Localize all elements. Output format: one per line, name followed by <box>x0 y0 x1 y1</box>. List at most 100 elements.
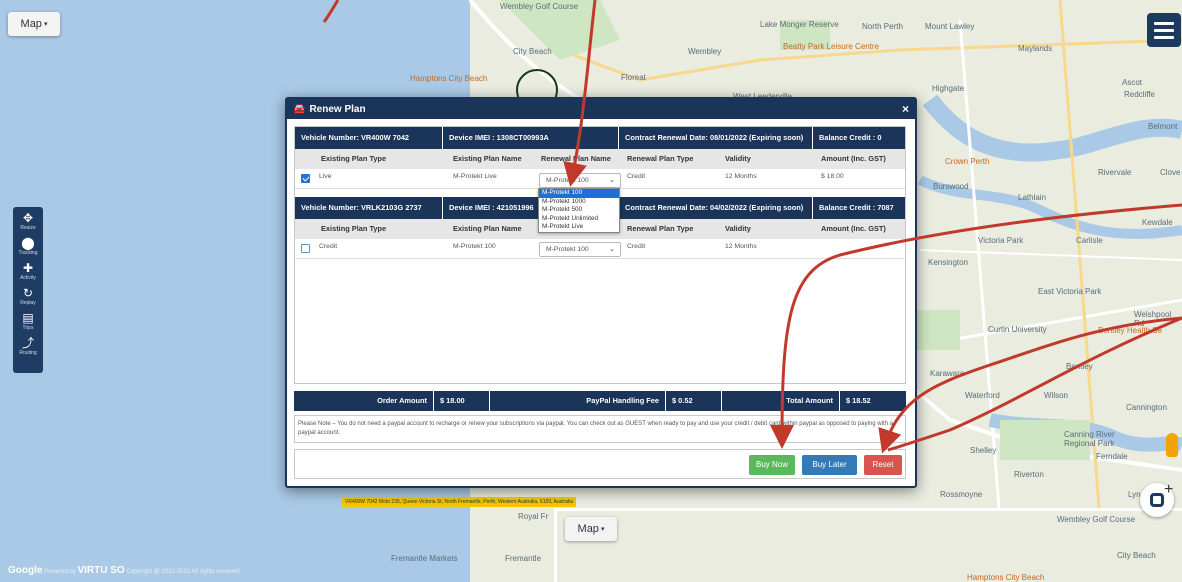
map-footer: Google Powered by VIRTU SO Copyright @ 2… <box>8 565 240 576</box>
select-checkbox[interactable] <box>301 244 310 253</box>
map-label-rivervale: Rivervale <box>1098 168 1132 177</box>
map-label-wilson: Wilson <box>1044 391 1069 400</box>
trips-icon: ▤ <box>22 311 34 325</box>
map-label-fremantle-markets: Fremantle Markets <box>391 554 458 563</box>
col-validity: Validity <box>725 154 751 163</box>
validity: 12 Months <box>725 243 757 250</box>
paypal-fee-value: $ 0.52 <box>666 391 722 411</box>
chat-icon <box>1150 493 1164 507</box>
column-headers: Existing Plan Type Existing Plan Name Re… <box>295 149 905 169</box>
dropdown-option[interactable]: M-Protekt Unlimited <box>539 215 619 224</box>
tool-tracking[interactable]: ⬤ Tracking <box>19 236 38 256</box>
vehicle-map-tag[interactable]: VR400W 7042 Moto 235, Queen Victoria St,… <box>342 497 576 507</box>
hamburger-icon <box>1154 21 1174 25</box>
map-label-floreat: Floreat <box>621 73 646 82</box>
renewal-plan-select[interactable]: M-Protekt 100 ⌄ <box>539 173 621 188</box>
renewal-table: Vehicle Number: VR400W 7042 Device IMEI … <box>294 126 906 384</box>
map-label-kewdale: Kewdale <box>1142 218 1173 227</box>
zoom-in-icon[interactable]: + <box>1164 481 1173 499</box>
route-icon: ⤴ <box>21 336 34 350</box>
renewal-type: Credit <box>627 243 646 250</box>
map-label-lathlain: Lathlain <box>1018 193 1047 202</box>
reset-button[interactable]: Reset <box>864 455 902 475</box>
paypal-fee-label: PayPal Handling Fee <box>490 391 666 411</box>
map-type-button[interactable]: Map ▾ <box>565 517 617 541</box>
tool-resize[interactable]: ✥ Resize <box>20 211 35 231</box>
brand-logo: VIRTU SO <box>77 565 125 576</box>
map-label-victoria-park: Victoria Park <box>978 236 1024 245</box>
replay-icon: ↻ <box>22 286 34 300</box>
total-amount-value: $ 18.52 <box>846 396 871 405</box>
map-label-karawara: Karawara <box>930 369 965 378</box>
renewal-plan-value: M-Protekt 100 <box>546 246 589 253</box>
dropdown-option[interactable]: M-Protekt 1000 <box>539 198 619 207</box>
balance-credit: Balance Credit : 0 <box>819 133 882 142</box>
total-amount-label: Total Amount <box>722 391 840 411</box>
col-amount: Amount (Inc. GST) <box>821 224 886 233</box>
map-label-fremantle: Fremantle <box>505 554 542 563</box>
map-type-label: Map <box>577 523 599 535</box>
existing-type: Credit <box>319 243 338 250</box>
dropdown-option[interactable]: M-Protekt 500 <box>539 206 619 215</box>
map-label-ascot: Ascot <box>1122 78 1143 87</box>
table-row: Live M-Protekt Live M-Protekt 100 ⌄ Cred… <box>295 169 905 189</box>
vehicle-header: Vehicle Number: VR400W 7042 Device IMEI … <box>295 127 905 149</box>
buy-now-button[interactable]: Buy Now <box>749 455 795 475</box>
map-label-ferndale: Ferndale <box>1096 452 1128 461</box>
existing-name: M-Protekt Live <box>453 173 497 180</box>
col-existing-name: Existing Plan Name <box>453 154 522 163</box>
powered-by: Powered by <box>44 569 76 575</box>
close-icon[interactable]: × <box>902 102 909 116</box>
map-label-lake-monger: Lake Monger Reserve <box>760 20 839 29</box>
street-view-pegman-icon[interactable] <box>1166 433 1178 457</box>
second-map-window[interactable]: Map ▾ Wembley Golf Course City Beach Ham… <box>554 508 1182 582</box>
buy-later-button[interactable]: Buy Later <box>802 455 857 475</box>
map-label-canning-river: Canning River Regional Park <box>1064 430 1115 448</box>
menu-button[interactable] <box>1147 13 1181 47</box>
tool-label: Trips <box>22 325 34 331</box>
map-label-bentley-health: Bentley Health Se <box>1098 326 1163 335</box>
tool-label: Replay <box>20 300 36 306</box>
map-label-riverton: Riverton <box>1014 470 1044 479</box>
device-imei: Device IMEI : 1308CT00993A <box>443 127 619 149</box>
caret-down-icon: ▾ <box>600 526 605 533</box>
map-label-wembley: Wembley <box>688 47 722 56</box>
tool-label: Resize <box>20 225 36 231</box>
col-existing-type: Existing Plan Type <box>321 224 387 233</box>
action-bar: Buy Now Buy Later Reset <box>294 449 906 479</box>
google-logo: Google <box>8 565 43 576</box>
modal-title: Renew Plan <box>309 103 366 115</box>
tool-activity[interactable]: ✚ Activity <box>20 261 36 281</box>
chevron-down-icon: ⌄ <box>609 246 615 253</box>
map-label-burswood: Burswood <box>933 182 969 191</box>
map-label-lynwood: Lyn <box>1128 490 1141 499</box>
map-label-wembley-golf: Wembley Golf Course <box>500 2 579 11</box>
map-label-crown-perth: Crown Perth <box>945 157 990 166</box>
tool-label: Tracking <box>18 250 38 256</box>
chevron-down-icon: ⌄ <box>609 177 615 184</box>
dropdown-option[interactable]: M-Protekt 100 <box>539 189 619 198</box>
col-validity: Validity <box>725 224 751 233</box>
move-icon: ✥ <box>22 211 34 225</box>
map-label-hamptons: Hamptons City Beach <box>410 74 488 83</box>
map-label-redcliffe: Redcliffe <box>1124 90 1155 99</box>
col-existing-type: Existing Plan Type <box>321 154 387 163</box>
tool-routing[interactable]: ⤴ Routing <box>19 336 36 356</box>
map-label-shelley: Shelley <box>970 446 997 455</box>
renewal-plan-value: M-Protekt 100 <box>546 177 589 184</box>
crosshair-icon: ✚ <box>22 261 34 275</box>
map-type-button[interactable]: Map ▾ <box>8 12 60 36</box>
renewal-plan-select[interactable]: M-Protekt 100 ⌄ <box>539 242 621 257</box>
validity: 12 Months <box>725 173 757 180</box>
col-renewal-type: Renewal Plan Type <box>627 224 694 233</box>
map-label-clove: Clove <box>1160 168 1181 177</box>
renew-plan-modal: 🚘 Renew Plan × Vehicle Number: VR400W 70… <box>285 97 917 488</box>
select-checkbox[interactable] <box>301 174 310 183</box>
table-row: Credit M-Protekt 100 M-Protekt 100 ⌄ Cre… <box>295 239 905 259</box>
map-label-belmont: Belmont <box>1148 122 1178 131</box>
map-label-highgate: Highgate <box>932 84 965 93</box>
tool-trips[interactable]: ▤ Trips <box>22 311 33 331</box>
map-label-east-victoria-park: East Victoria Park <box>1038 287 1102 296</box>
tool-replay[interactable]: ↻ Replay <box>20 286 36 306</box>
dropdown-option[interactable]: M-Protekt Live <box>539 223 619 232</box>
